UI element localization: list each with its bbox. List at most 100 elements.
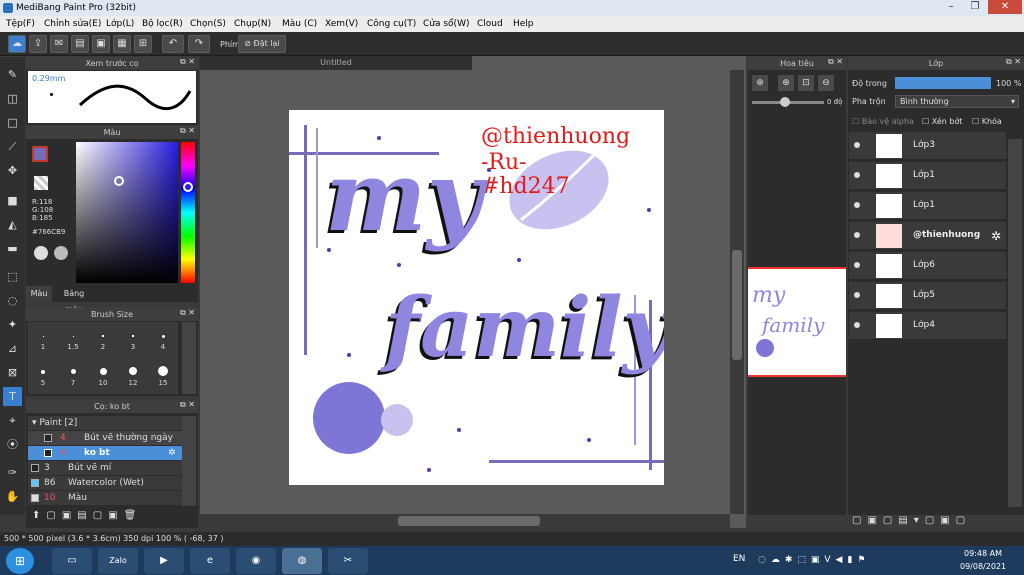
layer-row[interactable]: Lớp3 [849, 132, 1006, 160]
brush-list-scrollbar[interactable] [182, 416, 196, 506]
zoom-in-icon[interactable]: ⊕ [752, 75, 768, 91]
panel-controls-icon[interactable]: ⧉ ✕ [180, 126, 195, 136]
tab-color[interactable]: Màu [26, 286, 52, 302]
fill-rect-tool-icon[interactable]: ■ [3, 191, 22, 210]
layers-toolbar[interactable]: ▢▣▢▤▾▢▣▢ [852, 515, 971, 526]
system-tray-icons[interactable]: ◌☁✱⬚▣V◀▮⚑ [758, 555, 871, 565]
chrome-icon[interactable]: ◉ [236, 548, 276, 574]
menu-color[interactable]: Màu (C) [282, 16, 317, 32]
rotation-slider-handle[interactable] [780, 97, 790, 107]
menu-edit[interactable]: Chỉnh sửa(E) [44, 16, 101, 32]
sv-picker-handle[interactable] [114, 176, 124, 186]
navigator-thumbnail[interactable]: my family [748, 267, 846, 377]
opacity-slider[interactable] [895, 77, 991, 89]
panel-controls-icon[interactable]: ⧉ ✕ [828, 57, 843, 67]
export-icon[interactable]: ⇪ [29, 35, 47, 53]
clock-time[interactable]: 09:48 AM [964, 549, 1002, 558]
size-cell[interactable]: 1.5 [58, 322, 88, 357]
explorer-icon[interactable]: ▭ [52, 548, 92, 574]
visibility-icon[interactable] [854, 292, 860, 298]
visibility-icon[interactable] [854, 232, 860, 238]
gear-icon[interactable]: ✲ [991, 229, 1001, 243]
layer-row[interactable]: Lớp6 [849, 252, 1006, 280]
visibility-icon[interactable] [854, 172, 860, 178]
lasso-tool-icon[interactable]: ◌ [3, 291, 22, 310]
eyedropper-tool-icon[interactable]: ✑ [3, 463, 22, 482]
horizontal-scrollbar[interactable] [200, 514, 730, 528]
visibility-icon[interactable] [854, 322, 860, 328]
primary-color-swatch[interactable] [32, 146, 48, 162]
close-button[interactable]: ✕ [988, 0, 1022, 14]
language-indicator[interactable]: EN [733, 554, 745, 564]
size-cell[interactable]: 5 [28, 358, 58, 393]
menu-help[interactable]: Help [513, 16, 534, 32]
horizontal-scroll-thumb[interactable] [398, 516, 540, 526]
vertical-scrollbar[interactable] [730, 70, 744, 514]
comment-icon[interactable]: ✉ [50, 35, 68, 53]
brush-item[interactable]: 86 Watercolor (Wet) [28, 476, 182, 490]
document-tab[interactable]: Untitled [200, 56, 472, 70]
size-cell[interactable]: 2 [88, 322, 118, 357]
layer-row[interactable]: Lớp1 [849, 162, 1006, 190]
size-cell[interactable]: 1 [28, 322, 58, 357]
brush-item[interactable]: 3 Bút vẽ mí [28, 461, 182, 475]
size-cell[interactable]: 10 [88, 358, 118, 393]
brush-panel-toolbar[interactable]: ⬆▢▣▤▢▣🗑 [32, 510, 142, 521]
size-cell[interactable]: 7 [58, 358, 88, 393]
clipping-checkbox[interactable]: ☐ Xén bớt [922, 117, 962, 126]
page-icon[interactable]: ▤ [71, 35, 89, 53]
hand-tool-icon[interactable]: ✋ [3, 487, 22, 506]
grid-icon[interactable]: ⊞ [134, 35, 152, 53]
text-tool-icon[interactable]: T [3, 387, 22, 406]
brush-item[interactable]: 10 Màu [28, 491, 182, 505]
menu-layer[interactable]: Lớp(L) [106, 16, 134, 32]
menu-select[interactable]: Chọn(S) [190, 16, 226, 32]
rect-tool-icon[interactable]: □ [3, 113, 22, 132]
select-tool-icon[interactable]: ⬚ [3, 267, 22, 286]
vertical-scroll-thumb[interactable] [732, 250, 742, 360]
start-button[interactable]: ⊞ [6, 548, 34, 574]
panel-controls-icon[interactable]: ⧉ ✕ [180, 400, 195, 410]
visibility-icon[interactable] [854, 202, 860, 208]
reset-button[interactable]: ⊘ Đặt lại [238, 35, 286, 53]
size-cell[interactable]: 3 [118, 322, 148, 357]
bucket-tool-icon[interactable]: ◭ [3, 215, 22, 234]
dropper-tool-icon[interactable]: ⦿ [3, 435, 22, 454]
snipping-icon[interactable]: ✂ [328, 548, 368, 574]
blend-mode-select[interactable]: Bình thường ▾ [895, 95, 1019, 108]
palette-icon[interactable] [34, 246, 48, 260]
menu-filter[interactable]: Bộ lọc(R) [142, 16, 183, 32]
zoom-minus-icon[interactable]: ⊖ [818, 75, 834, 91]
panel-controls-icon[interactable]: ⧉ ✕ [180, 57, 195, 67]
operation-tool-icon[interactable]: ⌖ [3, 411, 22, 430]
undo-icon[interactable]: ↶ [162, 35, 184, 53]
document-icon[interactable]: ▣ [92, 35, 110, 53]
magic-wand-icon[interactable]: ✦ [3, 315, 22, 334]
lock-checkbox[interactable]: ☐ Khóa [972, 117, 1002, 126]
saturation-value-picker[interactable] [76, 142, 178, 283]
menu-file[interactable]: Tệp(F) [6, 16, 35, 32]
fit-icon[interactable]: ⊡ [798, 75, 814, 91]
size-cell[interactable]: 15 [148, 358, 178, 393]
menu-tools[interactable]: Công cụ(T) [367, 16, 416, 32]
size-cell[interactable]: 4 [148, 322, 178, 357]
minimize-button[interactable]: – [940, 0, 962, 14]
visibility-icon[interactable] [854, 142, 860, 148]
panel-controls-icon[interactable]: ⧉ ✕ [1006, 57, 1021, 67]
brush-group[interactable]: ▾ Paint [2] [28, 416, 182, 430]
layout-icon[interactable]: ▦ [113, 35, 131, 53]
maximize-button[interactable]: ❐ [964, 0, 986, 14]
hue-slider-handle[interactable] [183, 182, 193, 192]
layer-row[interactable]: Lớp1 [849, 192, 1006, 220]
media-icon[interactable]: ▶ [144, 548, 184, 574]
ie-icon[interactable]: e [190, 548, 230, 574]
tab-palette[interactable]: Bảng màu [54, 286, 94, 314]
pen-tool-icon[interactable]: ⟋ [3, 137, 22, 156]
brush-size-scrollbar[interactable] [182, 322, 196, 394]
redo-icon[interactable]: ↷ [188, 35, 210, 53]
menu-snap[interactable]: Chụp(N) [234, 16, 271, 32]
clock-date[interactable]: 09/08/2021 [960, 562, 1006, 571]
layer-row[interactable]: Lớp4 [849, 312, 1006, 340]
protect-alpha-checkbox[interactable]: ☐ Bảo vệ alpha [852, 117, 914, 126]
hue-slider[interactable] [181, 142, 195, 283]
